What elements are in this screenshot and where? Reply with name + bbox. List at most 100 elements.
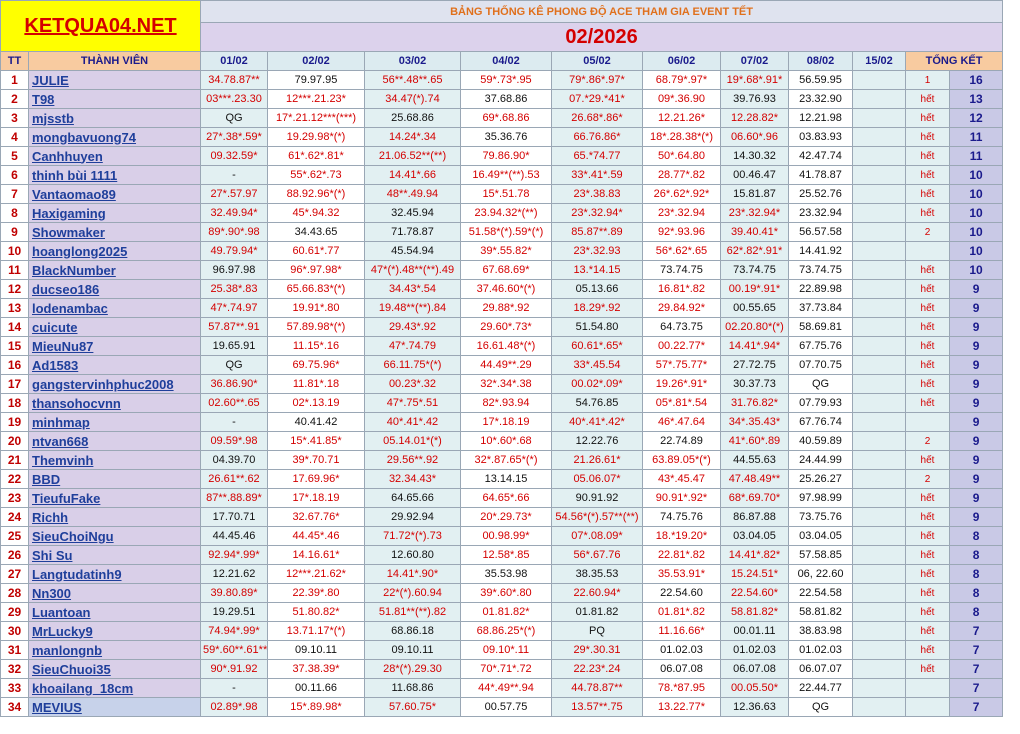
day-result-cell[interactable]: 23.94.32*(**)	[460, 203, 552, 223]
day-result-cell[interactable]: 09.10.11	[364, 640, 461, 660]
day-result-cell[interactable]: 73.74.75	[642, 260, 721, 280]
day-result-cell[interactable]: 46*.47.64	[642, 412, 721, 432]
day-result-cell[interactable]: 12.21.26*	[642, 108, 721, 128]
day-result-cell[interactable]: 47*.75*.51	[364, 393, 461, 413]
member-name-link[interactable]: lodenambac	[28, 298, 201, 318]
day-result-cell[interactable]: 13.57**.75	[551, 697, 643, 717]
day-result-cell[interactable]: 36.86.90*	[200, 374, 268, 394]
member-name-link[interactable]: Richh	[28, 507, 201, 527]
day-result-cell[interactable]	[852, 431, 906, 451]
member-name-link[interactable]: BBD	[28, 469, 201, 489]
day-result-cell[interactable]: 01.81.82*	[460, 602, 552, 622]
member-name-link[interactable]: hoanglong2025	[28, 241, 201, 261]
day-result-cell[interactable]: 11.81*.18	[267, 374, 365, 394]
day-result-cell[interactable]: 27.72.75	[720, 355, 789, 375]
day-result-cell[interactable]: 39.76.93	[720, 89, 789, 109]
day-result-cell[interactable]: 17.69.96*	[267, 469, 365, 489]
day-result-cell[interactable]: 29.88*.92	[460, 298, 552, 318]
day-result-cell[interactable]: 79*.86*.97*	[551, 70, 643, 90]
day-result-cell[interactable]: 62*.82*.91*	[720, 241, 789, 261]
day-result-cell[interactable]: 39.80.89*	[200, 583, 268, 603]
day-result-cell[interactable]: 05.14.01*(*)	[364, 431, 461, 451]
day-result-cell[interactable]: 73.74.75	[720, 260, 789, 280]
day-result-cell[interactable]: 57.58.85	[788, 545, 853, 565]
day-result-cell[interactable]: 14.30.32	[720, 146, 789, 166]
day-result-cell[interactable]	[852, 184, 906, 204]
day-result-cell[interactable]	[852, 659, 906, 679]
day-result-cell[interactable]: 24.44.99	[788, 450, 853, 470]
day-result-cell[interactable]: 67.68.69*	[460, 260, 552, 280]
day-result-cell[interactable]: 06.07.07	[788, 659, 853, 679]
member-name-link[interactable]: cuicute	[28, 317, 201, 337]
day-result-cell[interactable]: 29.92.94	[364, 507, 461, 527]
day-result-cell[interactable]	[852, 526, 906, 546]
member-name-link[interactable]: minhmap	[28, 412, 201, 432]
day-result-cell[interactable]: 29.43*.92	[364, 317, 461, 337]
day-result-cell[interactable]: 07.*29.*41*	[551, 89, 643, 109]
day-result-cell[interactable]: 15*.41.85*	[267, 431, 365, 451]
day-result-cell[interactable]: 40.59.89	[788, 431, 853, 451]
day-result-cell[interactable]: 06, 22.60	[788, 564, 853, 584]
day-result-cell[interactable]: 68*.69.70*	[720, 488, 789, 508]
day-result-cell[interactable]: 23*.32.93	[551, 241, 643, 261]
day-result-cell[interactable]: 33*.45.54	[551, 355, 643, 375]
day-result-cell[interactable]: 65.66.83*(*)	[267, 279, 365, 299]
day-result-cell[interactable]: 15*.51.78	[460, 184, 552, 204]
member-name-link[interactable]: Luantoan	[28, 602, 201, 622]
day-result-cell[interactable]: 68.79*.97*	[642, 70, 721, 90]
day-result-cell[interactable]: 57.60.75*	[364, 697, 461, 717]
day-result-cell[interactable]: 82*.93.94	[460, 393, 552, 413]
day-result-cell[interactable]: 18*.28.38*(*)	[642, 127, 721, 147]
day-result-cell[interactable]: 34.47(*).74	[364, 89, 461, 109]
day-result-cell[interactable]: 17*.18.19	[460, 412, 552, 432]
day-result-cell[interactable]: 05.13.66	[551, 279, 643, 299]
day-result-cell[interactable]: 88.92.96*(*)	[267, 184, 365, 204]
day-result-cell[interactable]: 02.89*.98	[200, 697, 268, 717]
day-result-cell[interactable]: 79.86.90*	[460, 146, 552, 166]
day-result-cell[interactable]: 14.41*.66	[364, 165, 461, 185]
day-result-cell[interactable]: 44.45.46	[200, 526, 268, 546]
day-result-cell[interactable]: 40*.41*.42	[364, 412, 461, 432]
day-result-cell[interactable]: 13.*14.15	[551, 260, 643, 280]
day-result-cell[interactable]: 02*.13.19	[267, 393, 365, 413]
day-result-cell[interactable]: 87**.88.89*	[200, 488, 268, 508]
day-result-cell[interactable]: 18.*19.20*	[642, 526, 721, 546]
day-result-cell[interactable]: 70*.71*.72	[460, 659, 552, 679]
day-result-cell[interactable]: 40.41.42	[267, 412, 365, 432]
day-result-cell[interactable]: 61*.62*.81*	[267, 146, 365, 166]
day-result-cell[interactable]: 44*.49**.94	[460, 678, 552, 698]
day-result-cell[interactable]	[852, 298, 906, 318]
day-result-cell[interactable]	[852, 621, 906, 641]
day-result-cell[interactable]: 05.06.07*	[551, 469, 643, 489]
day-result-cell[interactable]: 19.48**(**).84	[364, 298, 461, 318]
day-result-cell[interactable]: 45*.94.32	[267, 203, 365, 223]
member-name-link[interactable]: Haxigaming	[28, 203, 201, 223]
day-result-cell[interactable]: 73.75.76	[788, 507, 853, 527]
day-result-cell[interactable]: 26.61**.62	[200, 469, 268, 489]
day-result-cell[interactable]: 34.43*.54	[364, 279, 461, 299]
day-result-cell[interactable]: 07.79.93	[788, 393, 853, 413]
day-result-cell[interactable]: 03.83.93	[788, 127, 853, 147]
day-result-cell[interactable]: 58.81.82	[788, 602, 853, 622]
day-result-cell[interactable]: 22.54.58	[788, 583, 853, 603]
day-result-cell[interactable]: 30.37.73	[720, 374, 789, 394]
day-result-cell[interactable]	[852, 336, 906, 356]
day-result-cell[interactable]: 44.45*.46	[267, 526, 365, 546]
day-result-cell[interactable]: 41.78.87	[788, 165, 853, 185]
day-result-cell[interactable]: 25.68.86	[364, 108, 461, 128]
member-name-link[interactable]: ntvan668	[28, 431, 201, 451]
day-result-cell[interactable]: 22.81*.82	[642, 545, 721, 565]
day-result-cell[interactable]: 25.38*.83	[200, 279, 268, 299]
site-logo[interactable]: KETQUA04.NET	[0, 0, 201, 52]
day-result-cell[interactable]: 68.86.25*(*)	[460, 621, 552, 641]
day-result-cell[interactable]	[852, 146, 906, 166]
day-result-cell[interactable]	[852, 507, 906, 527]
member-name-link[interactable]: khoailang_18cm	[28, 678, 201, 698]
day-result-cell[interactable]: 32*.34*.38	[460, 374, 552, 394]
day-result-cell[interactable]	[852, 488, 906, 508]
day-result-cell[interactable]: 74.94*.99*	[200, 621, 268, 641]
day-result-cell[interactable]: 14.16.61*	[267, 545, 365, 565]
day-result-cell[interactable]: 37.73.84	[788, 298, 853, 318]
day-result-cell[interactable]	[852, 640, 906, 660]
day-result-cell[interactable]: 23.32.94	[788, 203, 853, 223]
